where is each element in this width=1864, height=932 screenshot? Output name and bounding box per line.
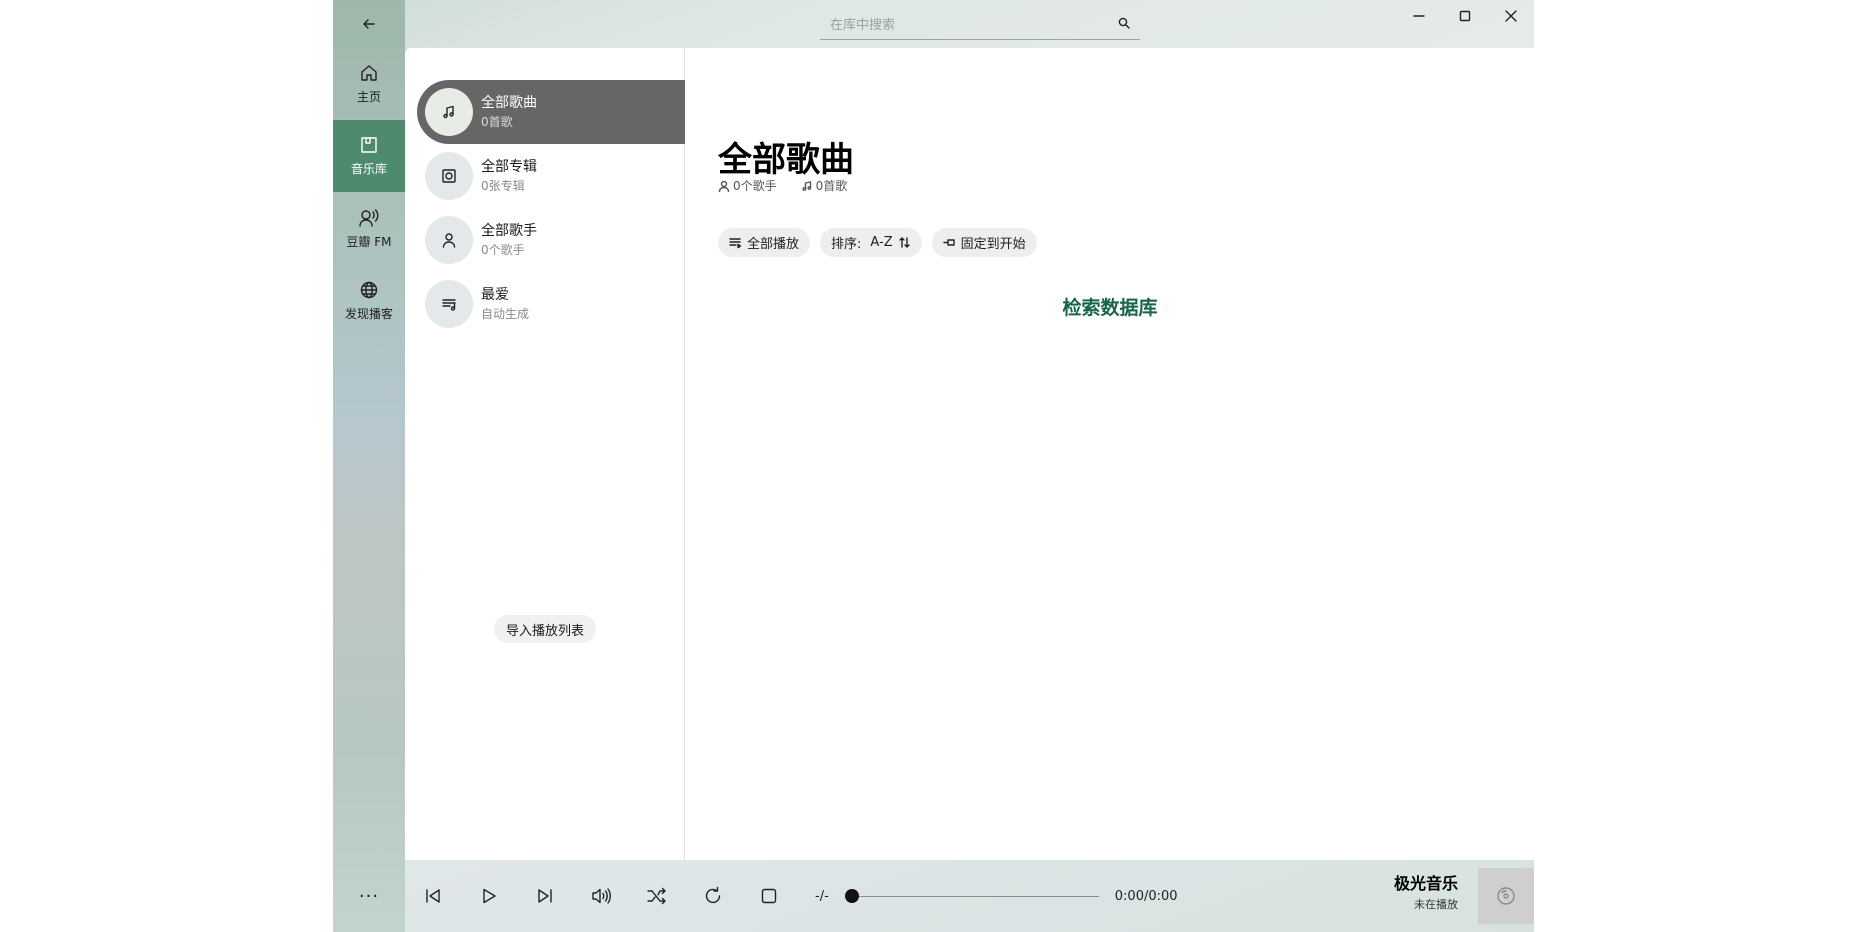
sort-button[interactable]: 排序: A-Z: [820, 228, 922, 257]
category-title: 最爱: [481, 287, 509, 303]
maximize-icon: [1459, 10, 1471, 22]
playlist-icon: [442, 299, 456, 311]
category-subtitle: 0张专辑: [481, 179, 525, 193]
music-note-icon: [443, 105, 454, 119]
shuffle-button[interactable]: [629, 868, 685, 924]
player-bar: -/- 0:00/0:00 极光音乐 未在播放: [405, 860, 1534, 932]
back-button[interactable]: [333, 0, 405, 48]
main-content: 全部歌曲 0个歌手 0首歌 全部播放 排序: A-Z 固定到开始 检索数据库: [686, 48, 1534, 860]
arrow-left-icon: [363, 19, 375, 29]
nav-item-library[interactable]: 音乐库: [333, 120, 405, 192]
close-button[interactable]: [1488, 0, 1534, 32]
search-icon[interactable]: [1118, 17, 1130, 29]
songs-count: 0首歌: [801, 177, 848, 194]
songs-count-text: 0首歌: [815, 179, 848, 193]
radio-icon: [359, 208, 379, 227]
artists-count: 0个歌手: [718, 177, 777, 194]
play-icon: [483, 888, 496, 904]
nav-item-home[interactable]: 主页: [333, 48, 405, 120]
app-window: 主页 音乐库 豆瓣 FM 发现播客 ··· 在库中搜索 全部歌曲 0首歌 全部专…: [333, 0, 1534, 932]
previous-button[interactable]: [405, 868, 461, 924]
import-playlist-button[interactable]: 导入播放列表: [494, 615, 597, 643]
search-input[interactable]: 在库中搜索: [830, 14, 1118, 33]
now-playing-app-name: 极光音乐: [1393, 874, 1458, 893]
library-icon: [361, 136, 377, 153]
category-subtitle: 自动生成: [481, 307, 530, 321]
stop-icon: [761, 888, 777, 904]
category-subtitle: 0首歌: [481, 115, 513, 129]
nav-rail: 主页 音乐库 豆瓣 FM 发现播客 ···: [333, 0, 405, 932]
category-favorites[interactable]: 最爱 自动生成: [417, 272, 685, 336]
album-icon: [442, 169, 456, 183]
skip-next-icon: [538, 889, 552, 903]
album-cover[interactable]: [1478, 868, 1534, 924]
pin-icon: [942, 239, 955, 246]
pin-to-start-button[interactable]: 固定到开始: [931, 228, 1037, 257]
close-icon: [1505, 10, 1517, 22]
category-all-songs[interactable]: 全部歌曲 0首歌: [417, 80, 685, 144]
category-all-albums[interactable]: 全部专辑 0张专辑: [417, 144, 685, 208]
category-icon-circle: [425, 280, 473, 328]
disc-icon: [1497, 887, 1515, 905]
category-all-artists[interactable]: 全部歌手 0个歌手: [417, 208, 685, 272]
category-icon-circle: [425, 216, 473, 264]
nav-item-label: 豆瓣 FM: [346, 234, 392, 249]
artists-count-text: 0个歌手: [733, 179, 777, 193]
next-button[interactable]: [517, 868, 573, 924]
category-icon-circle: [425, 152, 473, 200]
nav-item-label: 发现播客: [344, 306, 393, 321]
nav-item-label: 主页: [356, 89, 381, 104]
person-icon: [718, 180, 730, 192]
sort-arrows-icon: [898, 237, 910, 248]
nav-item-douban-fm[interactable]: 豆瓣 FM: [333, 193, 405, 265]
category-title: 全部歌手: [481, 223, 537, 239]
page-title: 全部歌曲: [718, 140, 854, 180]
play-all-label: 全部播放: [747, 237, 800, 252]
minimize-icon: [1413, 15, 1425, 17]
more-button[interactable]: ···: [333, 874, 405, 918]
play-button[interactable]: [461, 868, 517, 924]
pin-label: 固定到开始: [960, 237, 1026, 252]
category-title: 全部歌曲: [481, 95, 537, 111]
action-bar: 全部播放 排序: A-Z 固定到开始: [718, 228, 1037, 257]
person-icon: [442, 233, 456, 248]
play-all-button[interactable]: 全部播放: [718, 228, 811, 257]
home-icon: [361, 64, 377, 81]
minimize-button[interactable]: [1396, 0, 1442, 32]
stop-button[interactable]: [741, 868, 797, 924]
nav-item-label: 音乐库: [350, 161, 387, 176]
time-display: 0:00/0:00: [1114, 888, 1178, 904]
now-playing-info: 极光音乐 未在播放: [1394, 870, 1458, 912]
now-playing-status: 未在播放: [1414, 898, 1458, 911]
shuffle-icon: [647, 887, 666, 905]
seek-thumb[interactable]: [844, 889, 859, 903]
maximize-button[interactable]: [1442, 0, 1488, 32]
nav-item-podcasts[interactable]: 发现播客: [333, 265, 405, 337]
volume-button[interactable]: [573, 868, 629, 924]
status-searching-database: 检索数据库: [1062, 297, 1158, 319]
globe-icon: [360, 281, 378, 298]
category-list: 全部歌曲 0首歌 全部专辑 0张专辑 全部歌手 0个歌手 最爱 自动生成 导入播…: [405, 48, 685, 860]
sort-value: A-Z: [870, 235, 893, 250]
volume-icon: [592, 888, 611, 904]
repeat-button[interactable]: [685, 868, 741, 924]
repeat-icon: [705, 886, 721, 904]
skip-previous-icon: [426, 889, 440, 903]
sort-label: 排序:: [831, 237, 862, 252]
seek-track: [844, 896, 1099, 897]
library-stats: 0个歌手 0首歌: [718, 177, 847, 194]
search-box[interactable]: 在库中搜索: [820, 7, 1140, 40]
category-title: 全部专辑: [481, 159, 537, 175]
window-controls: [1396, 0, 1534, 32]
category-icon-circle: [425, 88, 473, 136]
music-note-icon: [802, 180, 811, 191]
content-panel: 全部歌曲 0首歌 全部专辑 0张专辑 全部歌手 0个歌手 最爱 自动生成 导入播…: [405, 48, 1534, 860]
playlist-play-icon: [729, 238, 742, 249]
seek-slider[interactable]: [844, 886, 1099, 906]
playback-speed[interactable]: -/-: [815, 889, 829, 904]
category-subtitle: 0个歌手: [481, 243, 525, 257]
